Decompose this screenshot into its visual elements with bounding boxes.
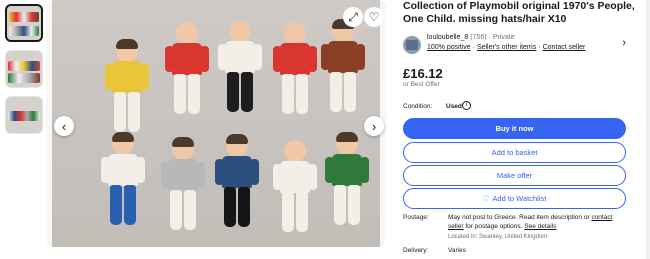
add-to-watchlist-button[interactable]: ♡ Add to Watchlist bbox=[403, 188, 626, 209]
toy-figure bbox=[217, 20, 263, 130]
toy-figure bbox=[272, 22, 318, 132]
chevron-left-icon[interactable]: ‹ bbox=[54, 116, 74, 136]
buy-it-now-button[interactable]: Buy it now bbox=[403, 118, 626, 139]
page-scrollbar[interactable] bbox=[646, 0, 650, 259]
condition-label: Condition: bbox=[403, 103, 433, 110]
main-image-gallery[interactable]: ‹ › ⤢ ♡ bbox=[46, 0, 386, 247]
info-icon[interactable]: i bbox=[462, 101, 471, 110]
price: £16.12 bbox=[403, 66, 443, 81]
toy-figure bbox=[160, 137, 206, 247]
heart-outline-icon: ♡ bbox=[482, 194, 490, 203]
condition-value: Used bbox=[446, 103, 462, 110]
postage-text: May not post to Greece. Read item descri… bbox=[448, 214, 628, 231]
toy-figure bbox=[272, 140, 318, 247]
product-photo bbox=[52, 0, 380, 247]
toy-figure bbox=[320, 19, 366, 130]
heart-icon[interactable]: ♡ bbox=[364, 7, 384, 27]
contact-seller-link[interactable]: Contact seller bbox=[543, 44, 586, 51]
delivery-value: Varies bbox=[448, 247, 466, 254]
thumbnail-strip bbox=[5, 4, 45, 142]
postage-text-1: May not post to Greece. Read item descri… bbox=[448, 214, 592, 221]
expand-icon[interactable]: ⤢ bbox=[343, 7, 363, 27]
listing-title: Collection of Playmobil original 1970's … bbox=[403, 0, 635, 25]
watchlist-label: Add to Watchlist bbox=[492, 194, 547, 203]
postage-text-2: for postage options. bbox=[463, 222, 525, 230]
listing-info-panel: Collection of Playmobil original 1970's … bbox=[403, 0, 648, 254]
delivery-label: Delivery: bbox=[403, 247, 429, 254]
seller-name-line: louloubelle_8 (756) · Private bbox=[427, 34, 515, 41]
toy-figure bbox=[214, 134, 260, 245]
chevron-right-icon[interactable]: › bbox=[622, 37, 626, 49]
thumbnail-2[interactable] bbox=[5, 50, 43, 88]
separator: · bbox=[538, 44, 541, 51]
make-offer-button[interactable]: Make offer bbox=[403, 165, 626, 186]
toy-figure bbox=[164, 22, 210, 132]
seller-type: Private bbox=[492, 34, 515, 41]
toy-figure bbox=[324, 132, 370, 243]
chevron-right-icon[interactable]: › bbox=[364, 116, 384, 136]
best-offer-label: or Best Offer bbox=[403, 81, 440, 88]
seller-card[interactable]: louloubelle_8 (756) · Private 100% posit… bbox=[403, 34, 626, 56]
seller-separator: · bbox=[488, 34, 491, 41]
separator: · bbox=[472, 44, 475, 51]
seller-feedback-count: (756) bbox=[470, 34, 487, 41]
postage-label: Postage: bbox=[403, 214, 429, 221]
seller-links: 100% positive · Seller's other items · Conta… bbox=[427, 44, 585, 51]
see-details-link[interactable]: See details bbox=[524, 223, 556, 230]
thumbnail-1[interactable] bbox=[5, 4, 43, 42]
seller-other-items-link[interactable]: Seller's other items bbox=[477, 44, 536, 51]
seller-positive-link[interactable]: 100% positive bbox=[427, 44, 471, 51]
seller-avatar bbox=[403, 36, 421, 54]
seller-username[interactable]: louloubelle_8 bbox=[427, 34, 468, 41]
add-to-basket-button[interactable]: Add to basket bbox=[403, 142, 626, 163]
toy-figure bbox=[100, 132, 146, 243]
thumbnail-3[interactable] bbox=[5, 96, 43, 134]
item-location: Located in: Swanley, United Kingdom bbox=[448, 234, 548, 240]
